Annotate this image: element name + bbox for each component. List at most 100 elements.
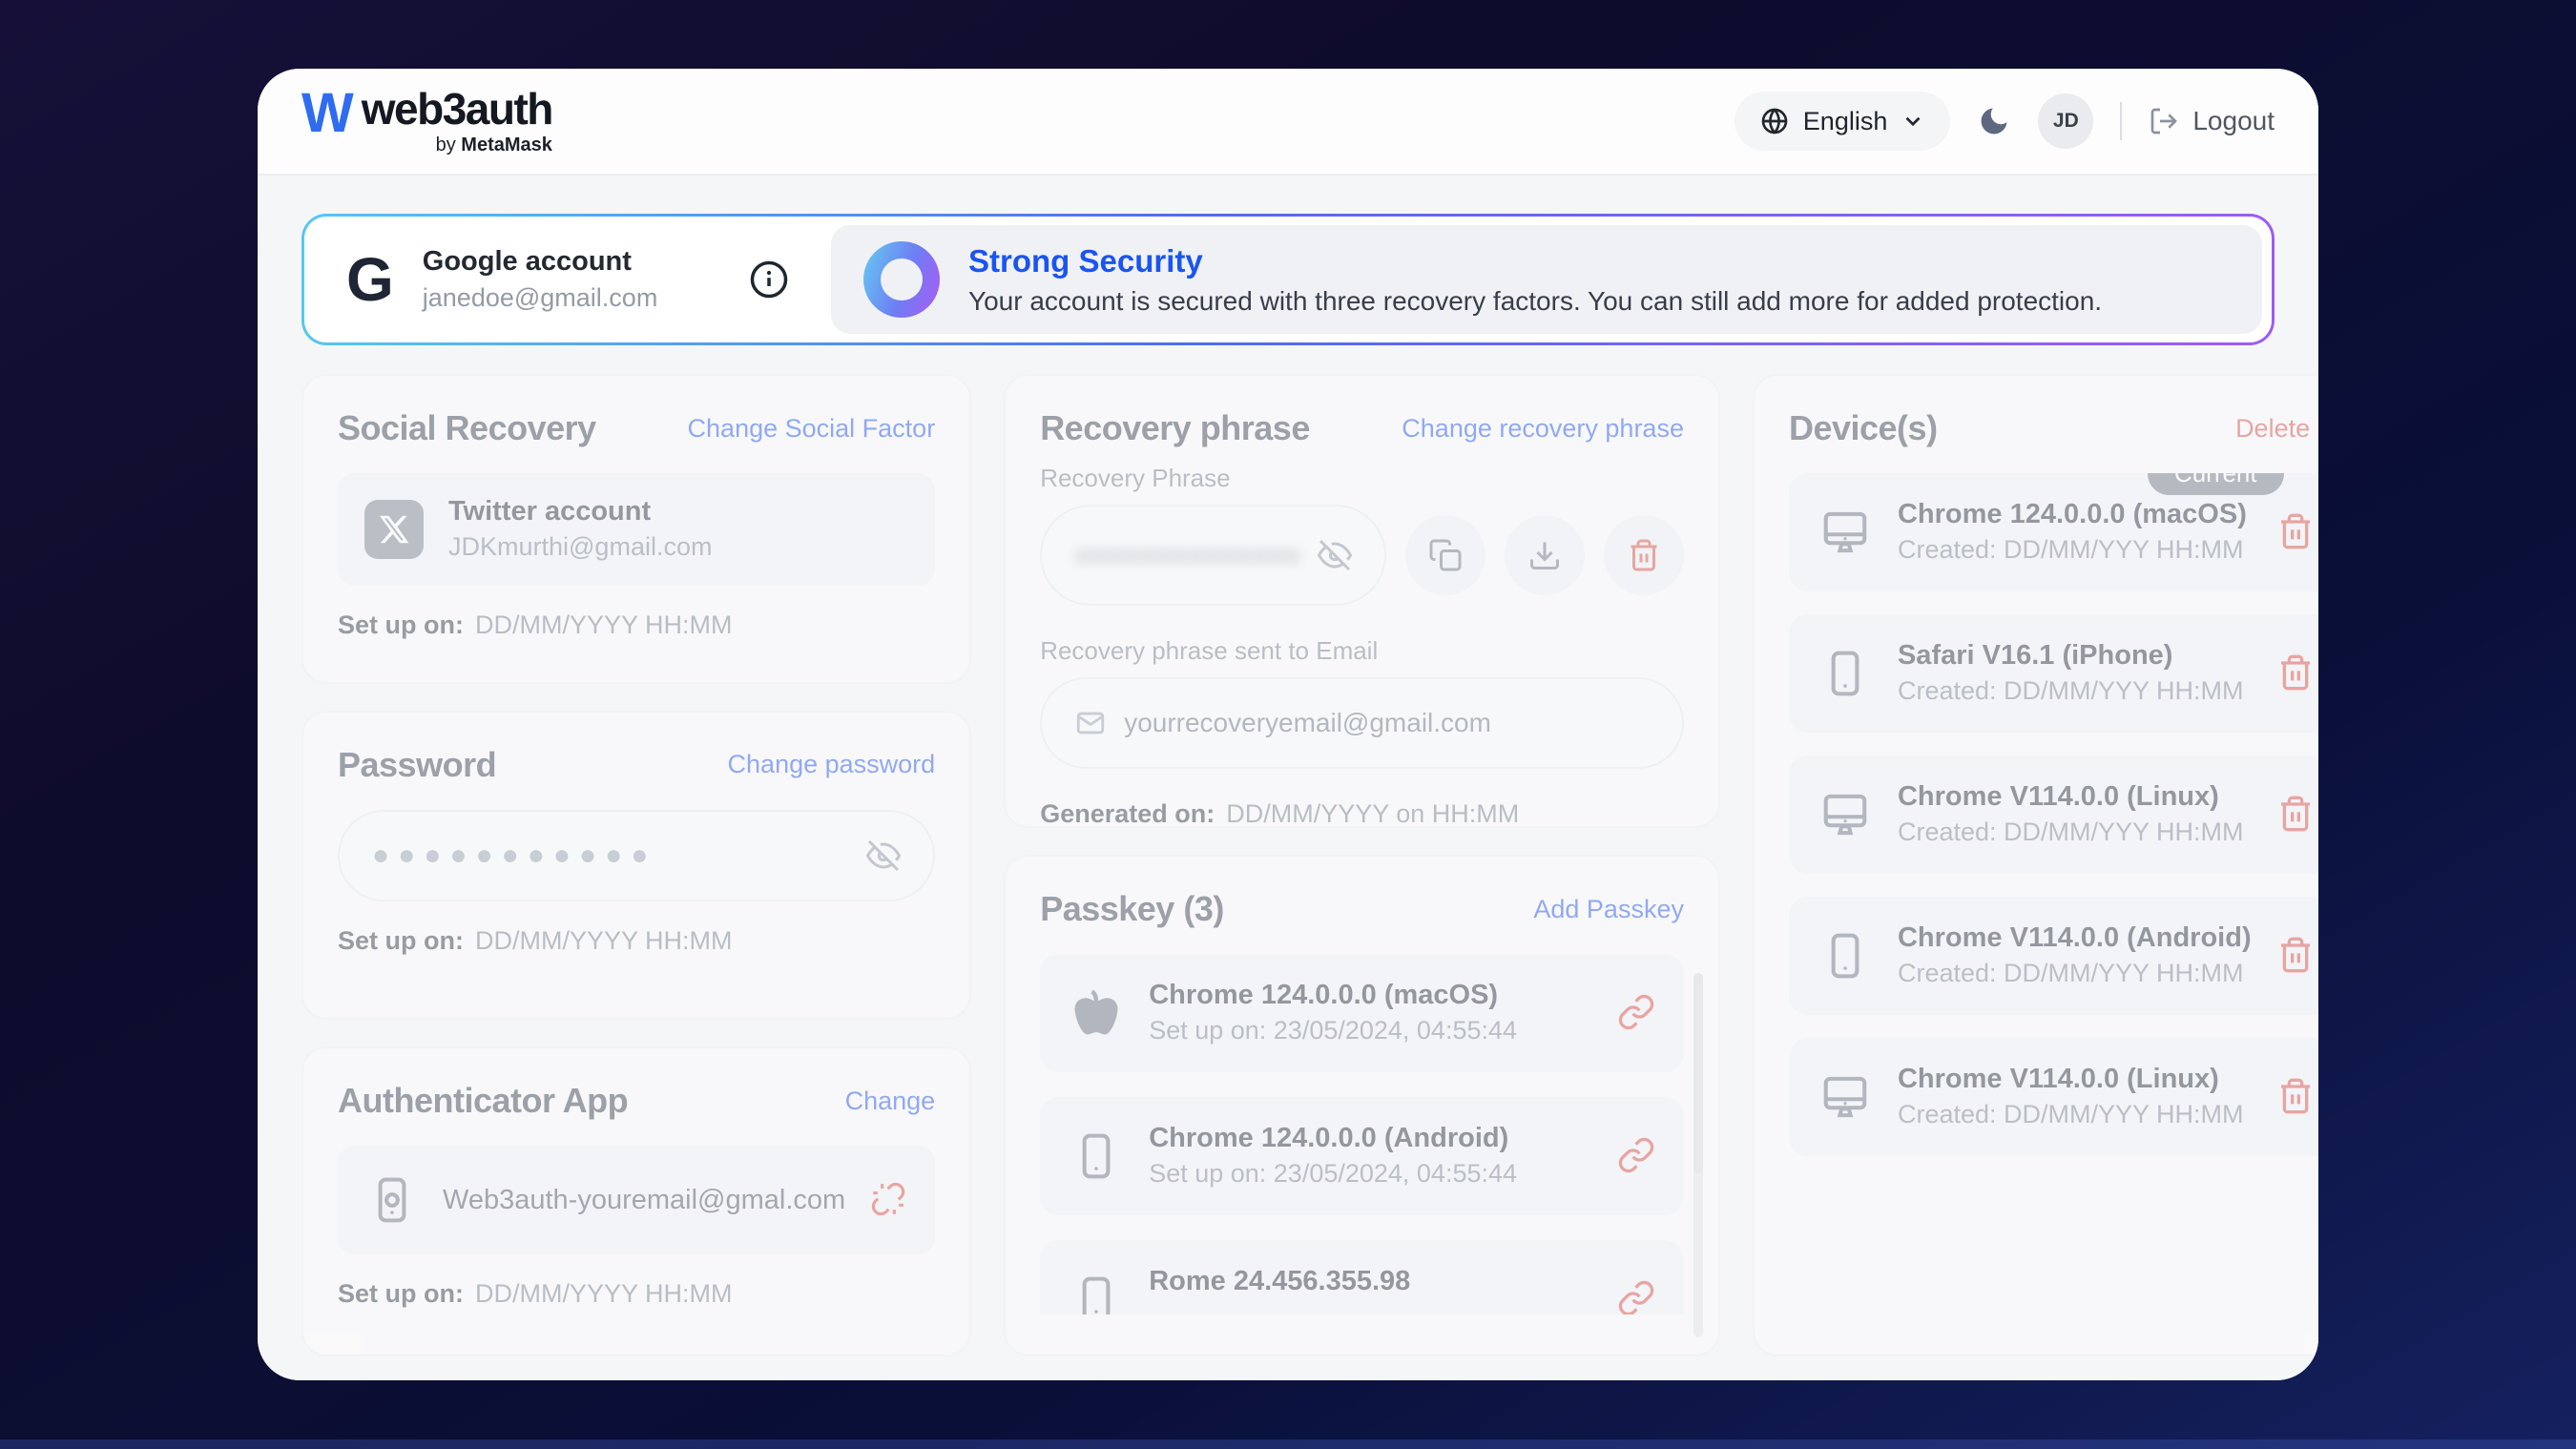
eye-off-icon [866, 838, 901, 873]
change-password-link[interactable]: Change password [728, 750, 936, 779]
devices-title: Device(s) [1789, 408, 1938, 448]
trash-icon [2276, 936, 2315, 974]
device-created-date: Created: DD/MM/YYY HH:MM [1898, 676, 2252, 707]
change-social-factor-link[interactable]: Change Social Factor [688, 414, 936, 444]
social-recovery-card: Social Recovery Change Social Factor Twi… [301, 374, 971, 684]
passkey-row: Chrome 124.0.0.0 (Android) Set up on: 23… [1040, 1097, 1684, 1215]
toggle-phrase-visibility-button[interactable] [1318, 538, 1352, 572]
device-row: Chrome V114.0.0 (Linux) Created: DD/MM/Y… [1789, 756, 2318, 874]
info-button[interactable] [749, 259, 789, 300]
device-type-icon [1818, 787, 1873, 842]
desktop-icon [1819, 507, 1871, 558]
language-selector[interactable]: English [1735, 92, 1951, 151]
social-recovery-title: Social Recovery [338, 408, 596, 448]
trash-icon [2276, 1077, 2315, 1115]
delete-device-button[interactable] [2276, 653, 2315, 694]
avatar[interactable]: JD [2038, 93, 2093, 149]
trash-icon [2276, 795, 2315, 833]
password-masked-value: ●●●●●●●●●●● [372, 841, 849, 870]
device-type-icon [1069, 1272, 1124, 1314]
moon-icon [1977, 104, 2011, 138]
passkey-name: Chrome 124.0.0.0 (macOS) [1149, 980, 1592, 1011]
security-description: Your account is secured with three recov… [968, 286, 2102, 317]
device-name: Chrome 124.0.0.0 (macOS) [1898, 499, 2252, 530]
delete-all-devices-link[interactable]: Delete all [2235, 414, 2318, 444]
device-created-date: Created: DD/MM/YYY HH:MM [1898, 818, 2252, 848]
delete-device-button[interactable] [2276, 1077, 2315, 1118]
device-name: Chrome V114.0.0 (Android) [1898, 922, 2252, 954]
change-authenticator-link[interactable]: Change [845, 1087, 936, 1116]
brand-byline: by MetaMask [362, 135, 552, 156]
device-type-icon [1818, 1069, 1873, 1125]
smartphone-icon [1070, 1130, 1122, 1182]
authenticator-title: Authenticator App [338, 1081, 628, 1121]
security-strength-panel: Strong Security Your account is secured … [831, 225, 2262, 334]
device-created-date: Created: DD/MM/YYY HH:MM [1898, 535, 2252, 566]
change-recovery-phrase-link[interactable]: Change recovery phrase [1402, 414, 1684, 444]
header-divider [2120, 102, 2122, 140]
device-name: Chrome V114.0.0 (Linux) [1898, 1064, 2252, 1095]
recovery-email-field[interactable]: yourrecoveryemail@gmail.com [1040, 677, 1684, 769]
smartphone-icon [1070, 1273, 1122, 1314]
device-row: Current Chrome 124.0.0.0 (macOS) Created… [1789, 473, 2318, 591]
brand-name: web3auth [362, 87, 552, 131]
web3auth-logo-mark: W [301, 87, 350, 139]
social-setup-date: Set up on: DD/MM/YYYY HH:MM [338, 611, 935, 640]
app-window: W web3auth by MetaMask English [258, 69, 2318, 1380]
globe-icon [1759, 106, 1790, 136]
logout-button[interactable]: Logout [2149, 106, 2275, 136]
device-name: Safari V16.1 (iPhone) [1898, 640, 2252, 672]
delete-phrase-button[interactable] [1604, 515, 1684, 595]
connected-account: G Google account janedoe@gmail.com [304, 217, 831, 342]
passkey-title: Passkey (3) [1040, 889, 1224, 929]
trash-icon [2276, 512, 2315, 550]
delete-device-button[interactable] [2276, 512, 2315, 553]
passkey-name: Chrome 124.0.0.0 (Android) [1149, 1123, 1592, 1154]
passkey-setup-date: Set up on: 23/05/2024, 04:55:44 [1149, 1016, 1592, 1046]
password-title: Password [338, 745, 496, 785]
toggle-password-visibility-button[interactable] [866, 838, 901, 873]
passkey-name: Rome 24.456.355.98 [1149, 1266, 1592, 1297]
desktop-icon [1819, 1071, 1871, 1123]
mail-icon [1074, 707, 1107, 739]
passkey-link-button[interactable] [1617, 993, 1655, 1034]
google-logo: G [346, 249, 394, 310]
passkey-row: Rome 24.456.355.98 [1040, 1240, 1684, 1314]
recovery-email-label: Recovery phrase sent to Email [1040, 636, 1684, 666]
passkey-list: Chrome 124.0.0.0 (macOS) Set up on: 23/0… [1040, 954, 1684, 1314]
passkey-link-button[interactable] [1617, 1136, 1655, 1177]
twitter-account-title: Twitter account [448, 496, 908, 528]
trash-icon [2276, 653, 2315, 692]
add-passkey-link[interactable]: Add Passkey [1533, 895, 1684, 924]
trash-icon [1627, 538, 1661, 572]
info-icon [749, 259, 789, 300]
device-type-icon [1818, 928, 1873, 983]
factor-cards-grid: Social Recovery Change Social Factor Twi… [301, 374, 2275, 1356]
delete-device-button[interactable] [2276, 795, 2315, 836]
device-created-date: Created: DD/MM/YYY HH:MM [1898, 959, 2252, 989]
link-icon [1617, 1136, 1655, 1174]
passkey-scrollbar[interactable] [1693, 973, 1703, 1337]
device-list: Current Chrome 124.0.0.0 (macOS) Created… [1789, 473, 2318, 1156]
download-phrase-button[interactable] [1505, 515, 1585, 595]
passkey-scrollbar-thumb[interactable] [1693, 973, 1703, 1173]
device-type-icon [1069, 985, 1124, 1041]
download-icon [1527, 538, 1562, 572]
device-row: Safari V16.1 (iPhone) Created: DD/MM/YYY… [1789, 614, 2318, 733]
smartphone-icon [1819, 648, 1871, 699]
recovery-phrase-masked-value: ●●●●●●●●●●●●●● [1074, 540, 1300, 570]
copy-phrase-button[interactable] [1405, 515, 1485, 595]
password-field[interactable]: ●●●●●●●●●●● [338, 810, 935, 901]
delete-device-button[interactable] [2276, 936, 2315, 977]
dark-mode-toggle[interactable] [1977, 104, 2011, 138]
twitter-account-row: Twitter account JDKmurthi@gmail.com [338, 473, 935, 586]
recovery-phrase-field[interactable]: ●●●●●●●●●●●●●● [1040, 505, 1386, 606]
authenticator-app-card: Authenticator App Change Web3auth-yourem… [301, 1046, 971, 1356]
unlink-authenticator-button[interactable] [870, 1181, 906, 1220]
passkey-card: Passkey (3) Add Passkey [1004, 855, 1720, 1356]
apple-icon [1070, 987, 1122, 1039]
device-type-icon [1818, 505, 1873, 560]
web3auth-logo: W web3auth by MetaMask [301, 87, 552, 156]
passkey-link-button[interactable] [1617, 1279, 1655, 1315]
logout-icon [2149, 106, 2179, 136]
